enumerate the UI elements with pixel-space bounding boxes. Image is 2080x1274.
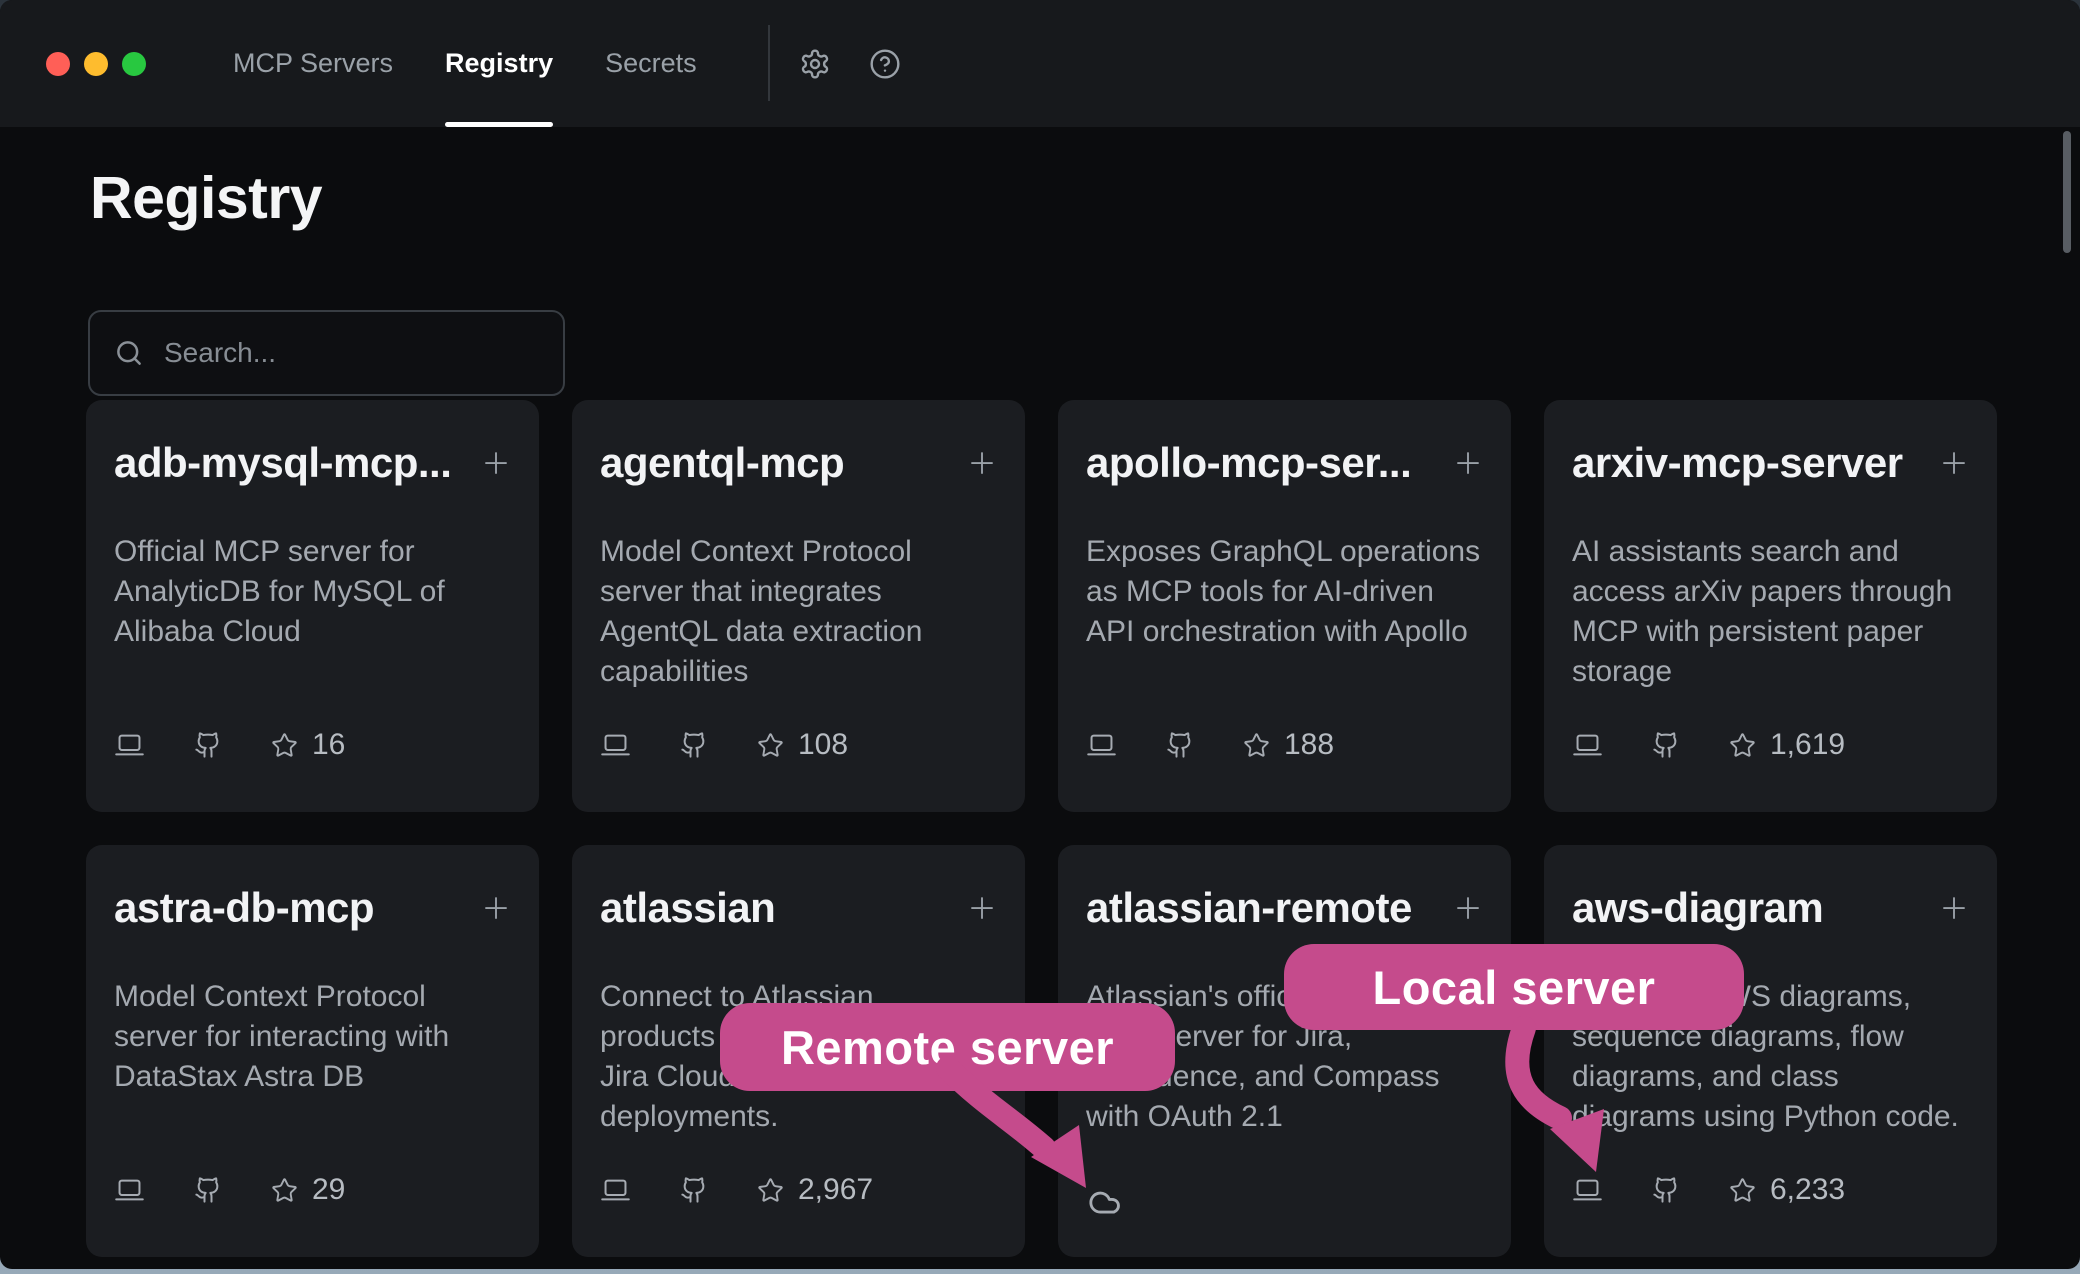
annotation-remote-server: Remote server bbox=[720, 1003, 1175, 1091]
nav-tabs: MCP Servers Registry Secrets bbox=[233, 0, 697, 127]
server-card[interactable]: astra-db-mcp Model Context Protocol serv… bbox=[86, 845, 539, 1257]
server-description: Model Context Protocol server for intera… bbox=[114, 977, 524, 1097]
card-header: apollo-mcp-ser... bbox=[1086, 440, 1483, 486]
tab-registry[interactable]: Registry bbox=[445, 0, 553, 127]
star-count: 1,619 bbox=[1770, 728, 1845, 762]
card-header: atlassian-remote bbox=[1086, 885, 1483, 931]
local-server-icon bbox=[1086, 731, 1117, 759]
github-icon bbox=[1652, 1176, 1680, 1204]
search-box bbox=[88, 310, 565, 396]
local-server-icon bbox=[1572, 1176, 1603, 1204]
tab-secrets[interactable]: Secrets bbox=[605, 0, 697, 127]
star-icon bbox=[757, 1177, 784, 1204]
scrollbar-thumb[interactable] bbox=[2063, 131, 2071, 253]
page-title: Registry bbox=[90, 164, 322, 232]
titlebar: MCP Servers Registry Secrets bbox=[0, 0, 2080, 127]
star-icon bbox=[1243, 732, 1270, 759]
card-header: adb-mysql-mcp... bbox=[114, 440, 511, 486]
server-description: AI assistants search and access arXiv pa… bbox=[1572, 532, 1982, 692]
card-header: arxiv-mcp-server bbox=[1572, 440, 1969, 486]
traffic-lights bbox=[46, 52, 146, 76]
search-icon bbox=[114, 338, 144, 368]
star-icon bbox=[1729, 1177, 1756, 1204]
server-card[interactable]: apollo-mcp-ser... Exposes GraphQL operat… bbox=[1058, 400, 1511, 812]
add-server-icon[interactable] bbox=[967, 448, 997, 478]
local-server-icon bbox=[114, 731, 145, 759]
search-input[interactable] bbox=[164, 323, 563, 383]
card-header: atlassian bbox=[600, 885, 997, 931]
star-icon bbox=[757, 732, 784, 759]
star-count: 16 bbox=[312, 728, 345, 762]
card-footer: 16 bbox=[114, 728, 345, 762]
card-header: aws-diagram bbox=[1572, 885, 1969, 931]
star-count: 108 bbox=[798, 728, 848, 762]
star-icon bbox=[1729, 732, 1756, 759]
server-name: arxiv-mcp-server bbox=[1572, 440, 1903, 486]
star-count: 29 bbox=[312, 1173, 345, 1207]
card-header: astra-db-mcp bbox=[114, 885, 511, 931]
card-footer: 188 bbox=[1086, 728, 1334, 762]
card-footer: 6,233 bbox=[1572, 1173, 1845, 1207]
server-description: Exposes GraphQL operations as MCP tools … bbox=[1086, 532, 1496, 652]
card-footer bbox=[1086, 1173, 1124, 1207]
star-count: 6,233 bbox=[1770, 1173, 1845, 1207]
titlebar-divider bbox=[768, 25, 770, 101]
card-grid: adb-mysql-mcp... Official MCP server for… bbox=[86, 400, 1997, 1257]
server-description: Model Context Protocol server that integ… bbox=[600, 532, 1010, 692]
add-server-icon[interactable] bbox=[1453, 448, 1483, 478]
server-name: adb-mysql-mcp... bbox=[114, 440, 451, 486]
star-icon bbox=[271, 732, 298, 759]
local-server-icon bbox=[600, 1176, 631, 1204]
server-name: apollo-mcp-ser... bbox=[1086, 440, 1411, 486]
add-server-icon[interactable] bbox=[1939, 448, 1969, 478]
github-icon bbox=[680, 731, 708, 759]
server-description: Official MCP server for AnalyticDB for M… bbox=[114, 532, 524, 652]
local-server-icon bbox=[114, 1176, 145, 1204]
github-icon bbox=[194, 731, 222, 759]
star-count: 2,967 bbox=[798, 1173, 873, 1207]
card-header: agentql-mcp bbox=[600, 440, 997, 486]
add-server-icon[interactable] bbox=[967, 893, 997, 923]
star-icon bbox=[271, 1177, 298, 1204]
server-name: atlassian-remote bbox=[1086, 885, 1412, 931]
remote-server-cloud-icon bbox=[1086, 1185, 1124, 1217]
annotation-local-server: Local server bbox=[1284, 944, 1744, 1030]
local-server-icon bbox=[1572, 731, 1603, 759]
add-server-icon[interactable] bbox=[481, 448, 511, 478]
server-card[interactable]: agentql-mcp Model Context Protocol serve… bbox=[572, 400, 1025, 812]
card-footer: 108 bbox=[600, 728, 848, 762]
add-server-icon[interactable] bbox=[1453, 893, 1483, 923]
github-icon bbox=[680, 1176, 708, 1204]
tab-mcp-servers[interactable]: MCP Servers bbox=[233, 0, 393, 127]
github-icon bbox=[1166, 731, 1194, 759]
github-icon bbox=[194, 1176, 222, 1204]
local-server-icon bbox=[600, 731, 631, 759]
server-name: agentql-mcp bbox=[600, 440, 844, 486]
card-footer: 2,967 bbox=[600, 1173, 873, 1207]
help-icon[interactable] bbox=[869, 48, 901, 80]
star-count: 188 bbox=[1284, 728, 1334, 762]
minimize-button[interactable] bbox=[84, 52, 108, 76]
github-icon bbox=[1652, 731, 1680, 759]
server-card[interactable]: adb-mysql-mcp... Official MCP server for… bbox=[86, 400, 539, 812]
server-card[interactable]: aws-diagram Generate AWS diagrams, seque… bbox=[1544, 845, 1997, 1257]
server-name: astra-db-mcp bbox=[114, 885, 374, 931]
zoom-button[interactable] bbox=[122, 52, 146, 76]
add-server-icon[interactable] bbox=[1939, 893, 1969, 923]
card-footer: 1,619 bbox=[1572, 728, 1845, 762]
card-footer: 29 bbox=[114, 1173, 345, 1207]
settings-gear-icon[interactable] bbox=[799, 48, 831, 80]
server-name: aws-diagram bbox=[1572, 885, 1823, 931]
close-button[interactable] bbox=[46, 52, 70, 76]
add-server-icon[interactable] bbox=[481, 893, 511, 923]
server-name: atlassian bbox=[600, 885, 775, 931]
server-card[interactable]: arxiv-mcp-server AI assistants search an… bbox=[1544, 400, 1997, 812]
